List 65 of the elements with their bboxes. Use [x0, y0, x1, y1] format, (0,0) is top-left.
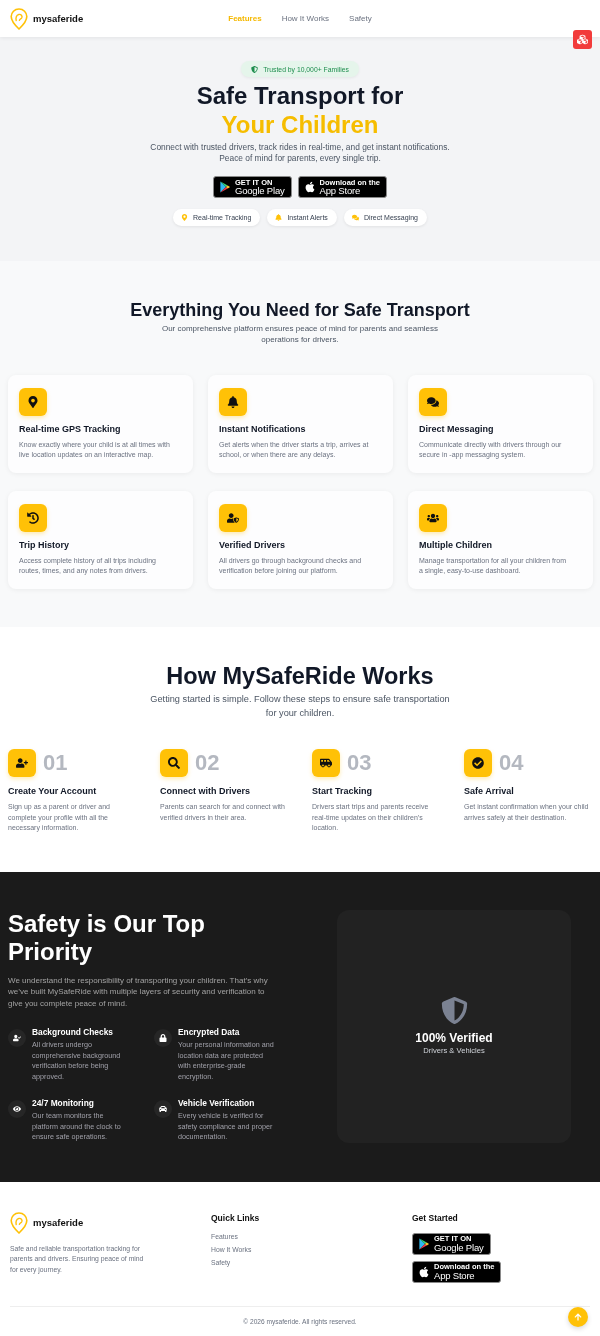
step-title: Create Your Account: [8, 785, 98, 797]
shield-icon: [251, 65, 259, 73]
step-title: Connect with Drivers: [160, 785, 252, 797]
section-subtitle: Our comprehensive platform ensures peace of mind for parents and seamless operations for drivers.: [160, 323, 440, 345]
card-title: Instant Notifications: [219, 423, 307, 435]
section-title: Everything You Need for Safe Transport: [130, 299, 470, 321]
apple-icon: [418, 1265, 430, 1278]
section-title: How MySafeRide Works: [166, 662, 434, 690]
cubes-icon: [577, 34, 588, 45]
brand-name: mysaferide: [33, 1217, 84, 1229]
chat-bubbles-icon: [419, 388, 447, 416]
map-pin-icon: [19, 388, 47, 416]
store-name: Google Play: [434, 1242, 484, 1253]
play-triangle-icon: [219, 181, 231, 193]
hero-title-highlight: Your Children: [221, 110, 379, 139]
shield-icon: [440, 996, 468, 1024]
eye-icon: [8, 1099, 26, 1118]
lock-icon: [154, 1029, 172, 1047]
card-title: Direct Messaging: [419, 423, 495, 435]
section-subtitle: Getting started is simple. Follow these steps to ensure safe transportation for your children.: [149, 693, 451, 720]
history-clock-icon: [19, 504, 47, 532]
brand-name: mysaferide: [33, 13, 84, 24]
pin-logo-icon: [10, 7, 28, 30]
step-title: Start Tracking: [312, 785, 374, 797]
hero-description: Connect with trusted drivers, track rides in real-time, and get instant notifications. Peace of mind for parents, every single trip.: [149, 142, 451, 164]
car-icon: [154, 1099, 172, 1118]
step-number: 03: [347, 750, 372, 776]
bell-icon: [275, 214, 283, 221]
card-title: Multiple Children: [419, 539, 493, 551]
search-icon: [160, 749, 188, 777]
card-title: Verified Drivers: [219, 539, 287, 551]
step-number: 04: [499, 750, 524, 776]
play-triangle-icon: [418, 1237, 430, 1250]
map-pin-icon: [181, 214, 189, 221]
bell-icon: [219, 388, 247, 416]
user-check-icon: [8, 1029, 26, 1047]
safety-item-title: Encrypted Data: [178, 1027, 241, 1038]
card-title: Trip History: [19, 539, 70, 551]
section-title: Safety is Our Top Priority: [8, 909, 206, 966]
step-number: 02: [195, 750, 220, 776]
user-group-icon: [419, 504, 447, 532]
arrow-up-icon: [574, 1312, 582, 1321]
safety-description: We understand the responsibility of transporting your children. That’s why we’ve built MySafeRide with multiple layers of security and verification to give you complete peace of mind.: [8, 974, 269, 1009]
safety-item-title: 24/7 Monitoring: [32, 1097, 95, 1109]
chat-bubbles-icon: [351, 214, 359, 221]
store-name: Google Play: [235, 186, 285, 196]
card-title: Real-time GPS Tracking: [19, 423, 122, 435]
widget-button[interactable]: [573, 30, 592, 49]
van-icon: [312, 749, 340, 777]
footer-heading: Quick Links: [211, 1211, 260, 1224]
store-name: App Store: [319, 186, 361, 196]
nav-link[interactable]: Safety: [349, 14, 372, 23]
step-number: 01: [43, 750, 68, 776]
nav-link[interactable]: How It Works: [281, 14, 330, 23]
safety-item-title: Background Checks: [32, 1027, 114, 1038]
footer-heading: Get Started: [412, 1211, 458, 1224]
pin-logo-icon: [10, 1211, 28, 1234]
step-title: Safe Arrival: [464, 785, 515, 797]
verified-title: 100% Verified: [415, 1030, 493, 1045]
safety-item-title: Vehicle Verification: [178, 1097, 256, 1109]
apple-icon: [303, 181, 316, 193]
user-plus-icon: [8, 749, 36, 777]
hero-title: Safe Transport for: [196, 81, 404, 110]
store-name: App Store: [434, 1270, 476, 1281]
user-shield-icon: [219, 504, 247, 532]
